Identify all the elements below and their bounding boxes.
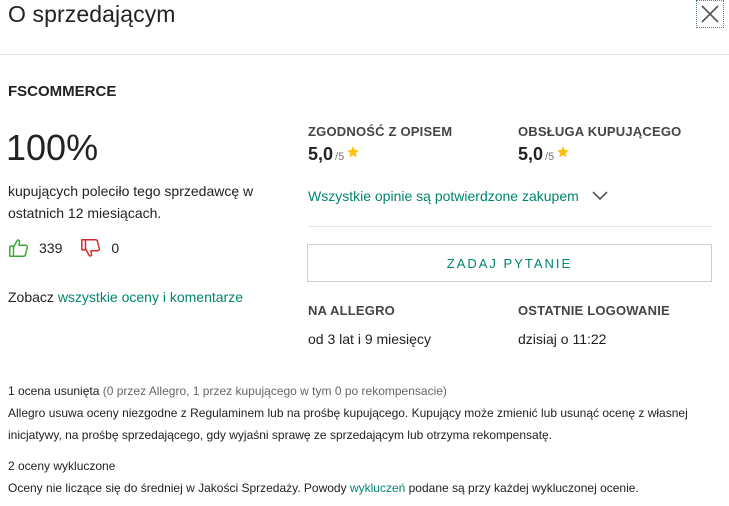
thumbs-up-icon — [9, 239, 29, 257]
excluded-ratings-title: 2 oceny wykluczone — [8, 455, 723, 477]
negative-count: 0 — [111, 240, 120, 256]
excluded-ratings-description: Oceny nie liczące się do średniej w Jako… — [8, 477, 723, 499]
verified-reviews-label: Wszystkie opinie są potwierdzone zakupem — [308, 188, 579, 204]
description-rating-max: /5 — [335, 151, 345, 163]
thumbs-down-icon — [81, 239, 101, 257]
on-allegro-label: NA ALLEGRO — [308, 303, 395, 318]
removed-ratings-detail: (0 przez Allegro, 1 przez kupującego w t… — [99, 384, 447, 398]
votes-summary: 339 0 — [8, 236, 119, 260]
see-all-ratings-link[interactable]: wszystkie oceny i komentarze — [58, 289, 243, 305]
page-title: O sprzedającym — [8, 1, 176, 27]
service-rating-value: 5,0 — [518, 144, 544, 164]
star-icon — [557, 146, 570, 158]
dialog-header: O sprzedającym — [0, 0, 729, 55]
star-icon — [347, 146, 360, 158]
removed-ratings-description: Allegro usuwa oceny niezgodne z Regulami… — [8, 406, 688, 442]
see-all-prefix: Zobacz — [8, 289, 58, 305]
see-all-ratings: Zobacz wszystkie oceny i komentarze — [8, 289, 243, 305]
removed-ratings-note: 1 ocena usunięta (0 przez Allegro, 1 prz… — [8, 380, 723, 402]
description-rating: 5,0 /5 — [308, 144, 360, 165]
excluded-desc-prefix: Oceny nie liczące się do średniej w Jako… — [8, 481, 350, 495]
verified-reviews-toggle[interactable]: Wszystkie opinie są potwierdzone zakupem — [308, 188, 609, 204]
seller-name: FSCOMMERCE — [8, 83, 117, 100]
close-icon — [701, 5, 719, 23]
recommend-text: kupujących poleciło tego sprzedawcę w os… — [8, 183, 254, 221]
last-login-value: dzisiaj o 11:22 — [518, 331, 607, 347]
positive-count: 339 — [39, 240, 63, 256]
excluded-ratings-title-text: 2 oceny wykluczone — [8, 459, 116, 473]
recommend-percent: 100% — [6, 127, 99, 168]
close-button[interactable] — [696, 0, 724, 28]
divider — [308, 226, 712, 227]
description-rating-label: ZGODNOŚĆ Z OPISEM — [308, 124, 453, 139]
on-allegro-value: od 3 lat i 9 miesięcy — [308, 331, 431, 347]
ask-question-button[interactable]: ZADAJ PYTANIE — [307, 244, 712, 282]
chevron-down-icon — [592, 191, 608, 201]
service-rating-label: OBSŁUGA KUPUJĄCEGO — [518, 124, 682, 139]
removed-ratings-title: 1 ocena usunięta — [8, 384, 100, 398]
exclusions-link[interactable]: wykluczeń — [350, 481, 405, 495]
last-login-label: OSTATNIE LOGOWANIE — [518, 303, 670, 318]
service-rating: 5,0 /5 — [518, 144, 570, 165]
description-rating-value: 5,0 — [308, 144, 334, 164]
excluded-desc-suffix: podane są przy każdej wykluczonej ocenie… — [405, 481, 639, 495]
service-rating-max: /5 — [545, 151, 555, 163]
